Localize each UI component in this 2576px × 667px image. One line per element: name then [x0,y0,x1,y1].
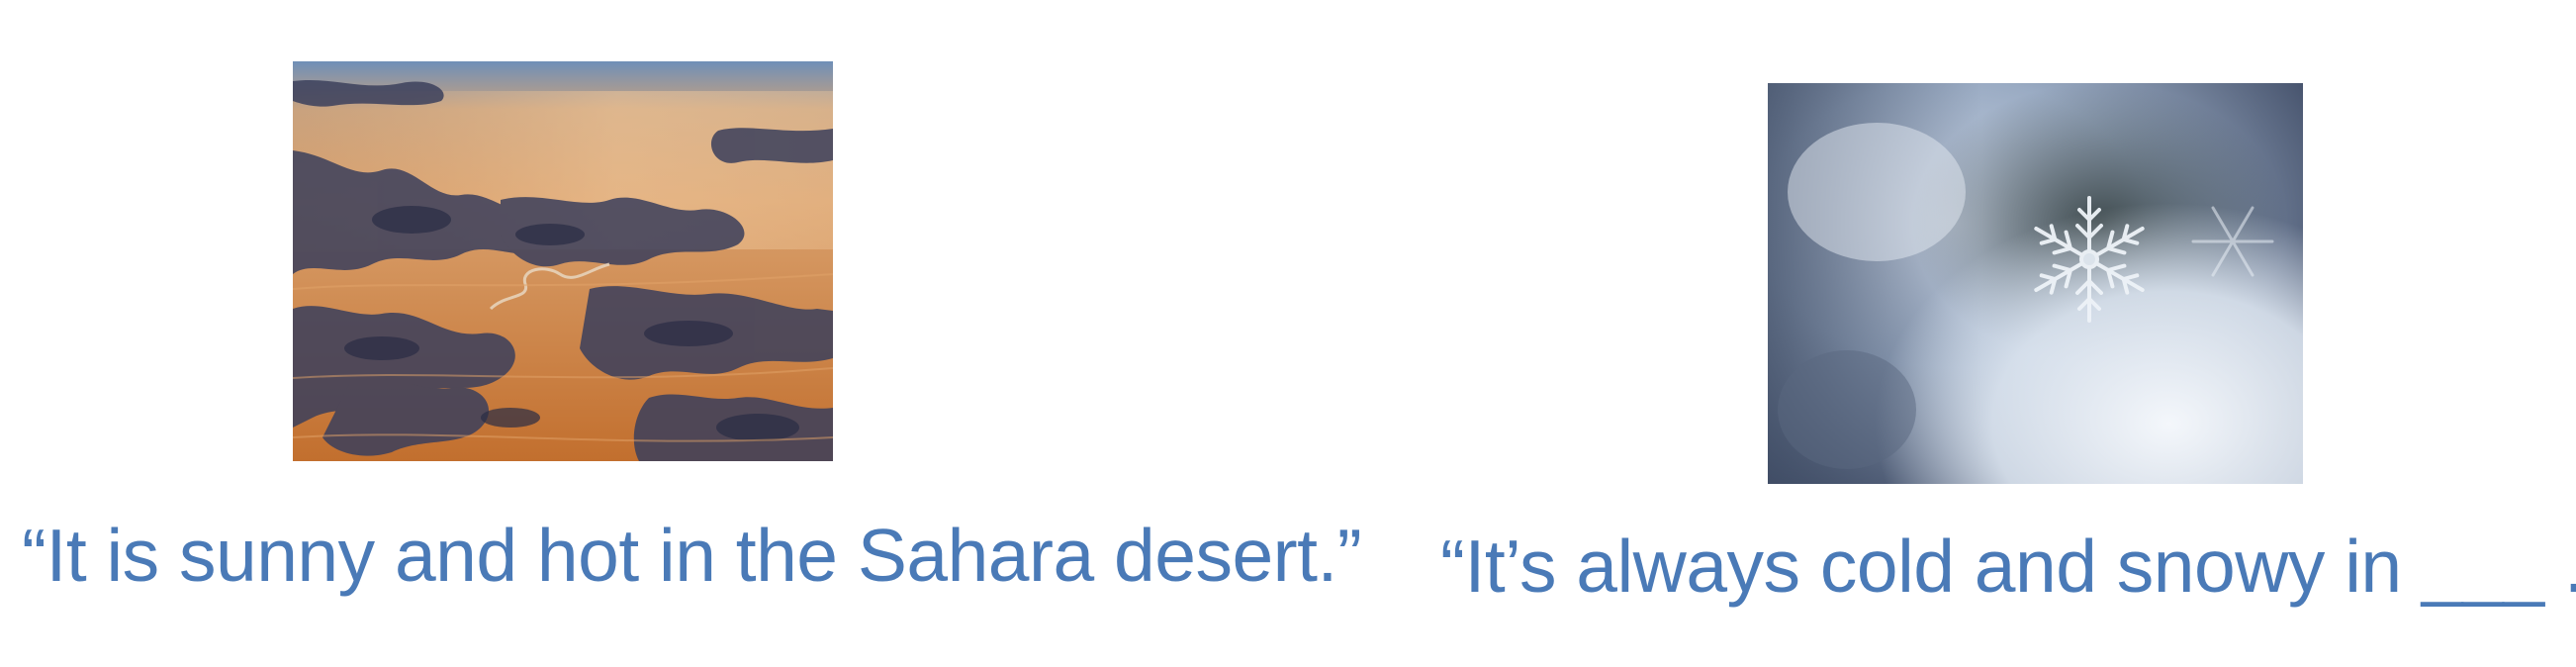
desert-caption: “It is sunny and hot in the Sahara deser… [22,514,1362,597]
snow-caption: “It’s always cold and snowy in ___ .” [1440,524,2576,608]
desert-aerial-image [293,61,833,461]
snowflake-image [1768,83,2303,484]
